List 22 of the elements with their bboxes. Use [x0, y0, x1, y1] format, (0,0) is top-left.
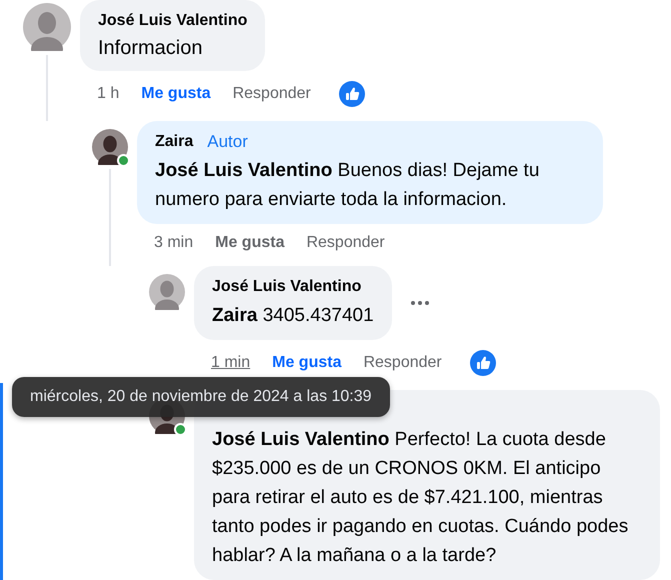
like-link[interactable]: Me gusta: [141, 85, 211, 103]
avatar[interactable]: [92, 129, 128, 165]
reply-link[interactable]: Responder: [363, 354, 442, 372]
comment-text: Informacion: [98, 36, 204, 61]
comment-text: José Luis Valentino Perfecto! La cuota desde $235.000 es de un CRONOS 0KM. El anticipo para retirar el auto es de $7.421.100, mientras tanto podes ir pagando en cuotas. Cuándo podes hablar? A la mañana o a la tarde?: [212, 428, 630, 568]
comment-text: José Luis Valentino Buenos dias! Dejame tu numero para enviarte toda la informacion.: [155, 159, 540, 212]
author-name[interactable]: José Luis Valentino: [212, 276, 362, 298]
thumbs-up-icon[interactable]: [470, 350, 496, 376]
like-link[interactable]: Me gusta: [272, 354, 342, 372]
more-icon[interactable]: [410, 300, 430, 306]
author-name[interactable]: José Luis Valentino: [98, 10, 248, 32]
timestamp-tooltip: miércoles, 20 de noviembre de 2024 a las 10:39: [12, 377, 390, 417]
author-name[interactable]: Zaira: [155, 131, 194, 153]
thumbs-up-icon[interactable]: [338, 81, 365, 107]
like-link[interactable]: Me gusta: [215, 234, 284, 252]
reply-link[interactable]: Responder: [306, 234, 385, 252]
author-label: Autor: [206, 132, 249, 152]
timestamp-link[interactable]: 1 h: [97, 85, 120, 103]
reply-link[interactable]: Responder: [232, 85, 311, 103]
comment-text: Zaira 3405.437401: [212, 304, 374, 328]
timestamp-link[interactable]: 1 min: [211, 354, 250, 372]
timestamp-link[interactable]: 3 min: [154, 234, 194, 252]
